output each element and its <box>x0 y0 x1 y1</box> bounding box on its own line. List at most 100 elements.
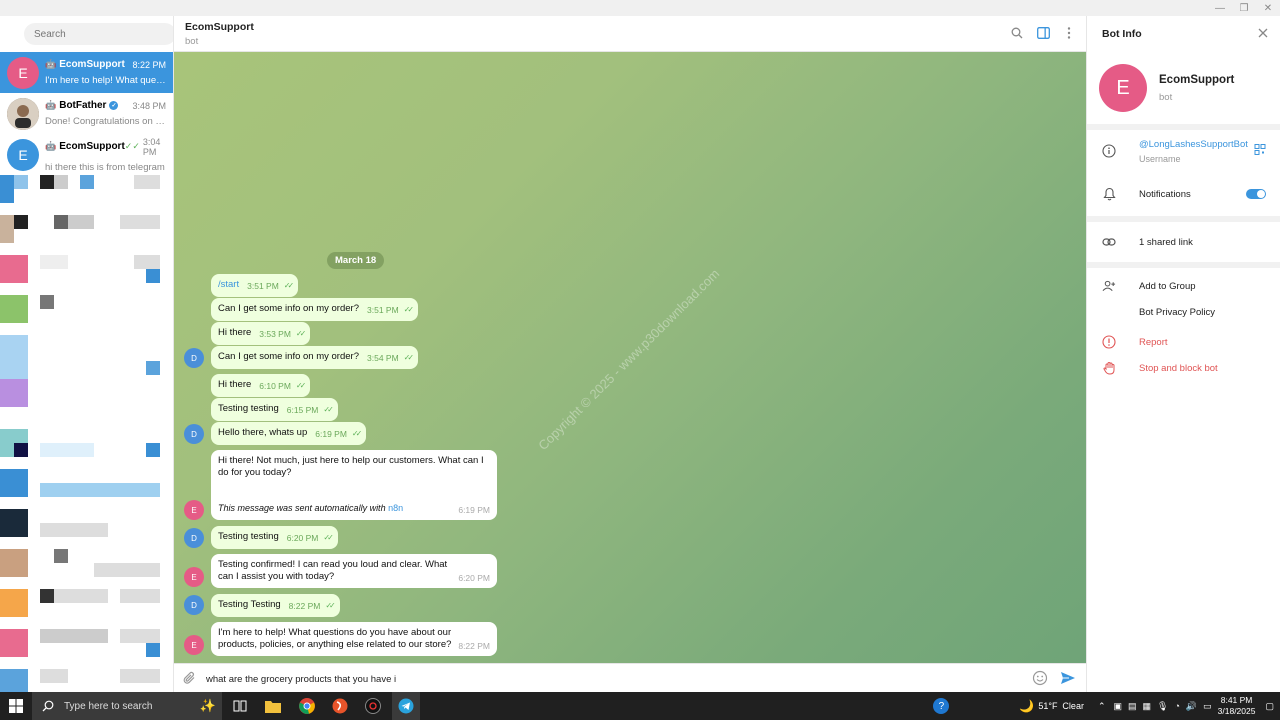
close-window-button[interactable]: ✕ <box>1256 0 1280 16</box>
chat-item-botfather[interactable]: 🤖 BotFather ✓ 3:48 PM Done! Congratulation… <box>0 93 173 134</box>
message-incoming[interactable]: Testing confirmed! I can read you loud a… <box>211 554 497 588</box>
message-time: 3:51 PM <box>247 281 279 291</box>
message-outgoing[interactable]: Hi there 6:10 PM ✓✓ <box>211 374 311 397</box>
warning-icon <box>1102 335 1116 349</box>
notifications-toggle[interactable] <box>1246 189 1266 199</box>
shared-links-row[interactable]: 1 shared link <box>1087 222 1280 262</box>
volume-icon[interactable]: 🔊 <box>1186 701 1197 712</box>
divider <box>1087 262 1280 268</box>
chat-title[interactable]: EcomSupport <box>185 21 254 33</box>
footer-text: This message was sent automatically with <box>218 503 386 513</box>
message-text: Hello there, whats up <box>218 427 308 438</box>
weather-text[interactable]: 51°F Clear <box>1038 701 1084 711</box>
sender-avatar[interactable]: D <box>184 424 204 444</box>
more-options-icon[interactable] <box>1062 26 1076 40</box>
message-outgoing[interactable]: Testing testing 6:20 PM ✓✓ <box>211 526 338 549</box>
microphone-icon[interactable]: 🎙 <box>1157 701 1168 712</box>
taskbar-search-text: Type here to search <box>64 700 153 712</box>
chat-item-ecomsupport-2[interactable]: E 🤖 EcomSupport ✓✓ 3:04 PM hi there this i… <box>0 134 173 175</box>
paperclip-icon[interactable] <box>183 671 197 689</box>
privacy-policy-row[interactable]: Bot Privacy Policy <box>1087 300 1280 324</box>
hand-stop-icon <box>1102 361 1116 375</box>
profile-avatar[interactable]: E <box>1099 64 1147 112</box>
message-area[interactable]: Copyright © 2025 - www.p30download.com M… <box>174 52 1086 663</box>
chat-header: EcomSupport bot <box>174 16 1086 52</box>
read-ticks-icon: ✓✓ <box>323 405 334 414</box>
sender-avatar[interactable]: E <box>184 500 204 520</box>
chevron-up-icon[interactable]: ⌃ <box>1098 701 1106 712</box>
tray-app-icon[interactable]: ▤ <box>1128 701 1137 712</box>
privacy-policy-label: Bot Privacy Policy <box>1139 306 1216 318</box>
close-icon[interactable] <box>1258 27 1268 41</box>
file-explorer-icon[interactable] <box>263 696 283 716</box>
notification-center-icon[interactable]: ▢ <box>1265 701 1274 712</box>
profile-name: EcomSupport <box>1159 73 1235 86</box>
tray-app-icon[interactable]: ▣ <box>1114 701 1123 712</box>
message-time: 3:54 PM <box>367 353 399 363</box>
bot-icon: 🤖 <box>45 141 57 151</box>
notifications-label: Notifications <box>1139 188 1191 200</box>
app-dark-icon[interactable] <box>363 696 383 716</box>
avatar: E <box>7 56 39 89</box>
clock[interactable]: 8:41 PM 3/18/2025 <box>1218 695 1256 717</box>
message-outgoing[interactable]: Testing testing 6:15 PM ✓✓ <box>211 398 338 421</box>
message-outgoing[interactable]: /start 3:51 PM ✓✓ <box>211 274 299 297</box>
chat-item-ecomsupport[interactable]: E 🤖 EcomSupport 8:22 PM I'm here to help!… <box>0 52 173 93</box>
read-ticks-icon: ✓✓ <box>283 281 295 290</box>
sender-avatar[interactable]: D <box>184 528 204 548</box>
sidebar-toggle-icon[interactable] <box>1036 26 1050 40</box>
date-separator: March 18 <box>327 252 385 269</box>
message-time: 3:53 PM <box>259 329 291 339</box>
maximize-button[interactable]: ❐ <box>1232 0 1256 16</box>
search-input[interactable] <box>24 23 173 45</box>
message-outgoing[interactable]: Can I get some info on my order? 3:54 PM ✓… <box>211 346 419 369</box>
help-icon[interactable]: ? <box>933 698 950 714</box>
qr-code-icon[interactable] <box>1254 144 1266 159</box>
sender-avatar[interactable]: E <box>184 567 204 587</box>
app-orange-icon[interactable] <box>330 696 350 716</box>
username-value[interactable]: @LongLashesSupportBot <box>1139 139 1248 150</box>
notifications-row[interactable]: Notifications <box>1087 172 1280 216</box>
tray-app-icon[interactable]: ▦ <box>1143 701 1152 712</box>
message-text[interactable]: /start <box>218 279 239 290</box>
message-outgoing[interactable]: Hello there, whats up 6:19 PM ✓✓ <box>211 422 367 445</box>
verified-icon: ✓ <box>109 101 119 110</box>
stop-block-row[interactable]: Stop and block bot <box>1087 356 1280 380</box>
taskbar-search[interactable]: Type here to search ✨ <box>32 692 222 720</box>
telegram-icon[interactable] <box>396 696 416 716</box>
sender-avatar[interactable]: D <box>184 348 204 368</box>
profile-status: bot <box>1159 91 1173 103</box>
chat-time: 3:48 PM <box>132 100 166 111</box>
sender-avatar[interactable]: E <box>184 635 204 655</box>
wifi-icon[interactable]: ◔ <box>1174 701 1179 711</box>
profile-section: E EcomSupport bot <box>1087 52 1280 124</box>
message-text: Can I get some info on my order? <box>218 351 359 362</box>
clock-time: 8:41 PM <box>1220 695 1253 705</box>
task-view-icon[interactable] <box>230 696 250 716</box>
chat-preview: hi there this is from telegram <box>45 161 165 173</box>
add-to-group-row[interactable]: Add to Group <box>1087 272 1280 300</box>
message-incoming[interactable]: I'm here to help! What questions do you … <box>211 622 497 656</box>
message-input[interactable] <box>206 670 1006 688</box>
search-icon[interactable] <box>1010 26 1024 40</box>
send-icon[interactable] <box>1060 670 1076 689</box>
message-outgoing[interactable]: Hi there 3:53 PM ✓✓ <box>211 322 311 345</box>
info-icon <box>1102 144 1116 158</box>
chrome-icon[interactable] <box>297 696 317 716</box>
n8n-link[interactable]: n8n <box>388 503 403 513</box>
minimize-button[interactable]: — <box>1208 0 1232 16</box>
sender-avatar[interactable]: D <box>184 595 204 615</box>
message-incoming[interactable]: Hi there! Not much, just here to help ou… <box>211 450 497 520</box>
chat-list-sidebar: E 🤖EcomSupport 8:22 PM I'm here to help!… <box>0 16 174 692</box>
blurred-chat-list <box>0 175 173 692</box>
message-outgoing[interactable]: Testing Testing 8:22 PM ✓✓ <box>211 594 340 617</box>
report-row[interactable]: Report <box>1087 328 1280 356</box>
username-row[interactable]: @LongLashesSupportBot Username <box>1087 130 1280 172</box>
windows-start-icon[interactable] <box>0 692 32 720</box>
battery-icon[interactable]: ▭ <box>1203 701 1212 712</box>
message-outgoing[interactable]: Can I get some info on my order? 3:51 PM ✓… <box>211 298 419 321</box>
bot-icon: 🤖 <box>45 59 57 69</box>
chat-name: EcomSupport <box>59 141 125 152</box>
windows-taskbar: Type here to search ✨ ? 🌙 51°F Clear ⌃ ▣… <box>0 692 1280 720</box>
emoji-icon[interactable] <box>1032 670 1048 689</box>
